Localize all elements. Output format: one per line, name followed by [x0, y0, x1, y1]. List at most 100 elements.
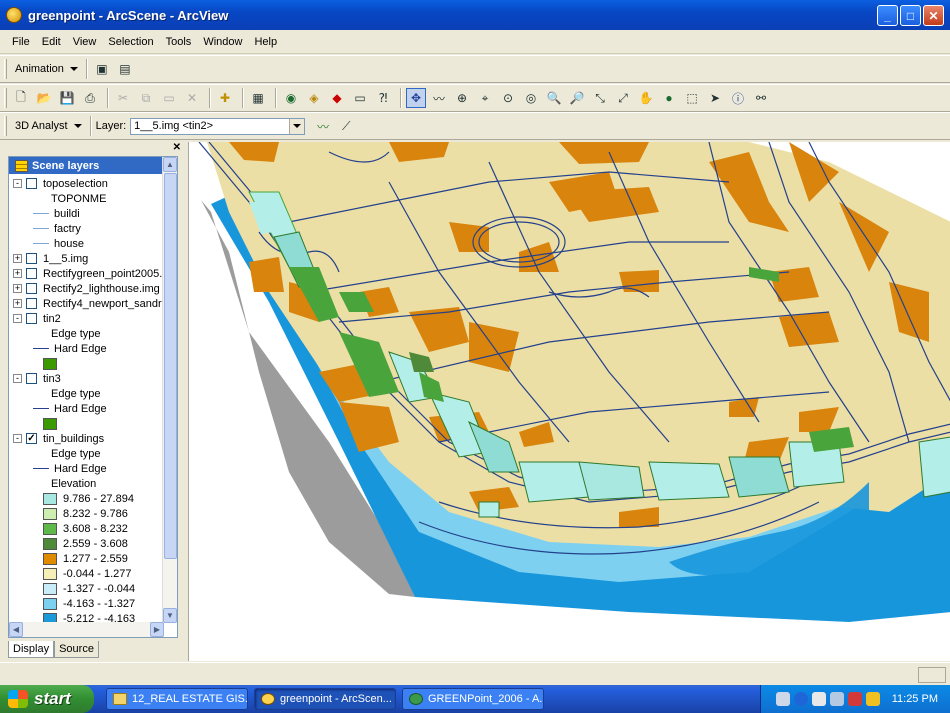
- navigate-icon[interactable]: ✥: [406, 88, 426, 108]
- toc-layer-row[interactable]: + Rectify2_lighthouse.img: [13, 281, 160, 296]
- toc-layer-row[interactable]: + Rectify4_newport_sandrin: [13, 296, 170, 311]
- fly-icon[interactable]: 〰: [429, 88, 449, 108]
- update-icon[interactable]: [865, 692, 880, 706]
- calculator-icon[interactable]: ▦: [248, 88, 268, 108]
- collapse-icon[interactable]: -: [13, 314, 22, 323]
- expand-icon[interactable]: +: [13, 284, 22, 293]
- keyboard-icon[interactable]: [775, 692, 790, 706]
- menu-window[interactable]: Window: [201, 34, 244, 50]
- toc-layer-row[interactable]: + Rectifygreen_point2005.im: [13, 266, 174, 281]
- tab-source[interactable]: Source: [54, 641, 99, 658]
- start-button[interactable]: start: [0, 685, 94, 713]
- maximize-button[interactable]: □: [900, 5, 921, 26]
- network-icon[interactable]: [811, 692, 826, 706]
- horizontal-scrollbar[interactable]: ◀ ▶: [9, 622, 164, 637]
- scroll-right-icon[interactable]: ▶: [150, 622, 164, 637]
- cut-icon[interactable]: ✂: [113, 88, 133, 108]
- scene-3d-terrain[interactable]: [189, 142, 950, 661]
- pointer-icon[interactable]: ➤: [705, 88, 725, 108]
- expand-icon[interactable]: +: [13, 299, 22, 308]
- layer-visibility-checkbox[interactable]: [26, 373, 37, 384]
- collapse-icon[interactable]: -: [13, 179, 22, 188]
- menu-help[interactable]: Help: [252, 34, 279, 50]
- expand-fov-icon[interactable]: ⤢: [613, 88, 633, 108]
- resize-grip[interactable]: [918, 667, 946, 683]
- globe-icon[interactable]: ◉: [281, 88, 301, 108]
- add-data-icon[interactable]: ✚: [215, 88, 235, 108]
- expand-icon[interactable]: +: [13, 254, 22, 263]
- layer-visibility-checkbox[interactable]: [26, 298, 37, 309]
- capture-view-icon[interactable]: ▣: [92, 59, 112, 79]
- pan-hand-icon[interactable]: ✋: [636, 88, 656, 108]
- toc-layer-row[interactable]: - toposelection: [13, 176, 108, 191]
- layer-visibility-checkbox[interactable]: [26, 313, 37, 324]
- layer-select[interactable]: 1__5.img <tin2>: [130, 117, 306, 135]
- scrollbar-thumb[interactable]: [164, 173, 177, 559]
- menu-file[interactable]: File: [10, 34, 32, 50]
- scene-layers-header[interactable]: Scene layers: [9, 157, 177, 174]
- window-icon[interactable]: ▭: [350, 88, 370, 108]
- arcscene-app-icon[interactable]: [6, 7, 22, 23]
- vertical-scrollbar[interactable]: ▲ ▼: [162, 157, 177, 623]
- zoom-in-out-icon[interactable]: ⊕: [452, 88, 472, 108]
- set-observer-icon[interactable]: ◎: [521, 88, 541, 108]
- scroll-down-icon[interactable]: ▼: [163, 608, 177, 623]
- minimize-button[interactable]: _: [877, 5, 898, 26]
- menu-selection[interactable]: Selection: [106, 34, 155, 50]
- toolbox-icon[interactable]: ◆: [327, 88, 347, 108]
- scene-view[interactable]: [188, 142, 950, 661]
- line-of-sight-icon[interactable]: ⟋: [336, 116, 356, 136]
- taskbar-item-real-estate-folder[interactable]: 12_REAL ESTATE GIS...: [106, 688, 248, 710]
- menu-view[interactable]: View: [71, 34, 99, 50]
- layers-icon[interactable]: ◈: [304, 88, 324, 108]
- contour-icon[interactable]: 〰: [313, 116, 333, 136]
- find-binoculars-icon[interactable]: ⚯: [751, 88, 771, 108]
- taskbar-item-arcmap[interactable]: GREENPoint_2006 - A...: [402, 688, 544, 710]
- zoom-in-icon[interactable]: 🔍: [544, 88, 564, 108]
- copy-icon[interactable]: ⧉: [136, 88, 156, 108]
- print-icon[interactable]: ⎙: [80, 88, 100, 108]
- toc-layer-row[interactable]: - tin3: [13, 371, 61, 386]
- whats-this-icon[interactable]: ⁈: [373, 88, 393, 108]
- toolbar-grip[interactable]: [4, 59, 7, 79]
- scroll-up-icon[interactable]: ▲: [163, 157, 177, 172]
- taskbar-item-arcscene[interactable]: greenpoint - ArcScen...: [254, 688, 396, 710]
- toolbar-grip[interactable]: [4, 88, 7, 108]
- zoom-to-target-icon[interactable]: ⊙: [498, 88, 518, 108]
- menu-tools[interactable]: Tools: [164, 34, 194, 50]
- select-features-icon[interactable]: ⬚: [682, 88, 702, 108]
- identify-icon[interactable]: ⓘ: [728, 88, 748, 108]
- scroll-left-icon[interactable]: ◀: [9, 622, 23, 637]
- layer-visibility-checkbox[interactable]: [26, 253, 37, 264]
- full-extent-icon[interactable]: ●: [659, 88, 679, 108]
- center-target-icon[interactable]: ⌖: [475, 88, 495, 108]
- expand-icon[interactable]: +: [13, 269, 22, 278]
- bluetooth-icon[interactable]: [793, 692, 808, 706]
- toc-layer-row[interactable]: - tin2: [13, 311, 61, 326]
- collapse-icon[interactable]: -: [13, 434, 22, 443]
- paste-icon[interactable]: ▭: [159, 88, 179, 108]
- layer-visibility-checkbox[interactable]: [26, 268, 37, 279]
- 3d-analyst-dropdown[interactable]: 3D Analyst: [11, 120, 86, 132]
- toolbar-grip[interactable]: [4, 116, 7, 136]
- toc-layer-row[interactable]: - ✓ tin_buildings: [13, 431, 104, 446]
- animation-controls-icon[interactable]: ▤: [115, 59, 135, 79]
- zoom-out-icon[interactable]: 🔎: [567, 88, 587, 108]
- narrow-fov-icon[interactable]: ⤡: [590, 88, 610, 108]
- delete-icon[interactable]: ✕: [182, 88, 202, 108]
- volume-icon[interactable]: [829, 692, 844, 706]
- close-icon[interactable]: ✕: [173, 142, 181, 153]
- layer-visibility-checkbox[interactable]: ✓: [26, 433, 37, 444]
- save-icon[interactable]: 💾: [57, 88, 77, 108]
- layer-visibility-checkbox[interactable]: [26, 283, 37, 294]
- new-document-icon[interactable]: 🗋: [11, 88, 31, 108]
- collapse-icon[interactable]: -: [13, 374, 22, 383]
- layer-visibility-checkbox[interactable]: [26, 178, 37, 189]
- menu-edit[interactable]: Edit: [40, 34, 63, 50]
- open-folder-icon[interactable]: 📂: [34, 88, 54, 108]
- chevron-down-icon[interactable]: [289, 118, 305, 134]
- close-button[interactable]: ✕: [923, 5, 944, 26]
- animation-dropdown[interactable]: Animation: [11, 63, 82, 75]
- toc-layer-row[interactable]: +1__5.img: [13, 251, 88, 266]
- security-icon[interactable]: [847, 692, 862, 706]
